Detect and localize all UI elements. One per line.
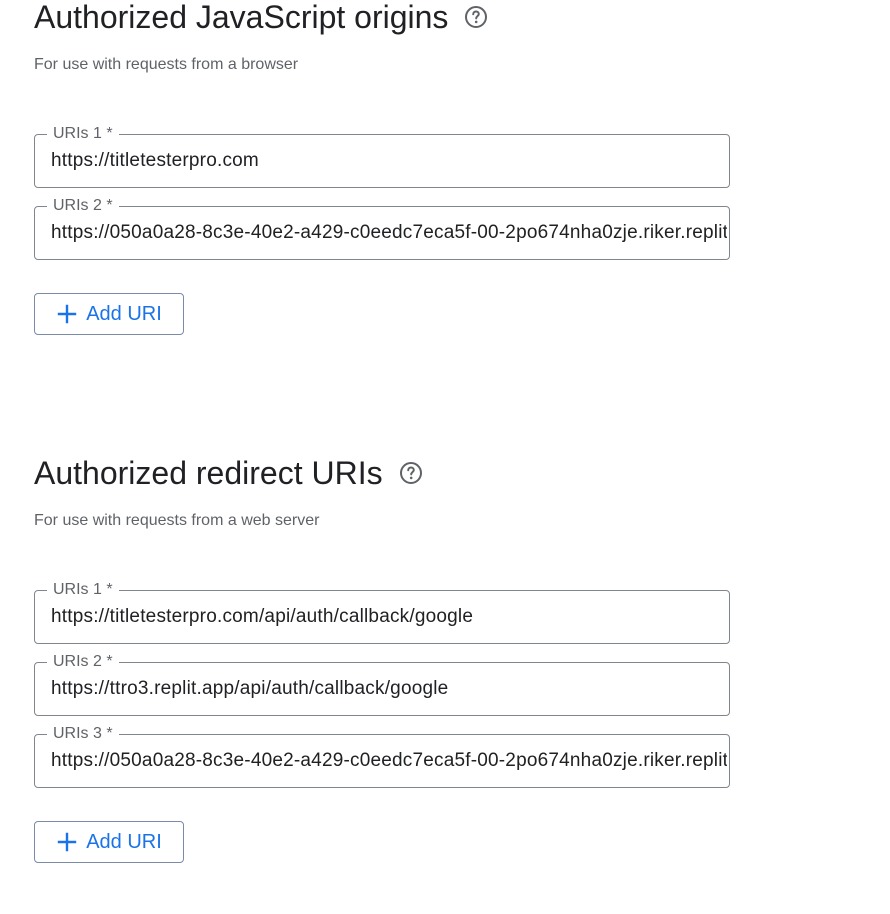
uri-field-label: URIs 3 * <box>47 725 119 743</box>
help-circle-icon[interactable] <box>399 461 423 485</box>
add-uri-label: Add URI <box>86 830 162 853</box>
uri-input[interactable] <box>51 676 727 702</box>
js-origin-uri-field-2[interactable]: URIs 2 * <box>34 197 730 260</box>
js-origin-uri-field-1[interactable]: URIs 1 * <box>34 125 730 188</box>
plus-icon <box>56 831 78 853</box>
uri-field-label: URIs 1 * <box>47 125 119 143</box>
js-origins-title-text: Authorized JavaScript origins <box>34 0 449 35</box>
redirect-uris-subtitle: For use with requests from a web server <box>34 512 320 529</box>
js-origins-subtitle: For use with requests from a browser <box>34 56 299 73</box>
js-origins-title: Authorized JavaScript origins <box>34 0 488 37</box>
add-redirect-uri-button[interactable]: Add URI <box>34 821 184 863</box>
redirect-uri-field-2[interactable]: URIs 2 * <box>34 653 730 716</box>
redirect-uris-title-text: Authorized redirect URIs <box>34 455 383 491</box>
redirect-uri-field-1[interactable]: URIs 1 * <box>34 581 730 644</box>
uri-input[interactable] <box>51 148 727 174</box>
uri-input[interactable] <box>51 604 727 630</box>
uri-field-label: URIs 1 * <box>47 581 119 599</box>
uri-field-label: URIs 2 * <box>47 197 119 215</box>
help-circle-icon[interactable] <box>464 5 488 29</box>
plus-icon <box>56 303 78 325</box>
add-js-origin-uri-button[interactable]: Add URI <box>34 293 184 335</box>
redirect-uris-title: Authorized redirect URIs <box>34 453 423 493</box>
add-uri-label: Add URI <box>86 302 162 325</box>
uri-field-label: URIs 2 * <box>47 653 119 671</box>
uri-input[interactable] <box>51 748 727 774</box>
uri-input[interactable] <box>51 220 727 246</box>
redirect-uri-field-3[interactable]: URIs 3 * <box>34 725 730 788</box>
